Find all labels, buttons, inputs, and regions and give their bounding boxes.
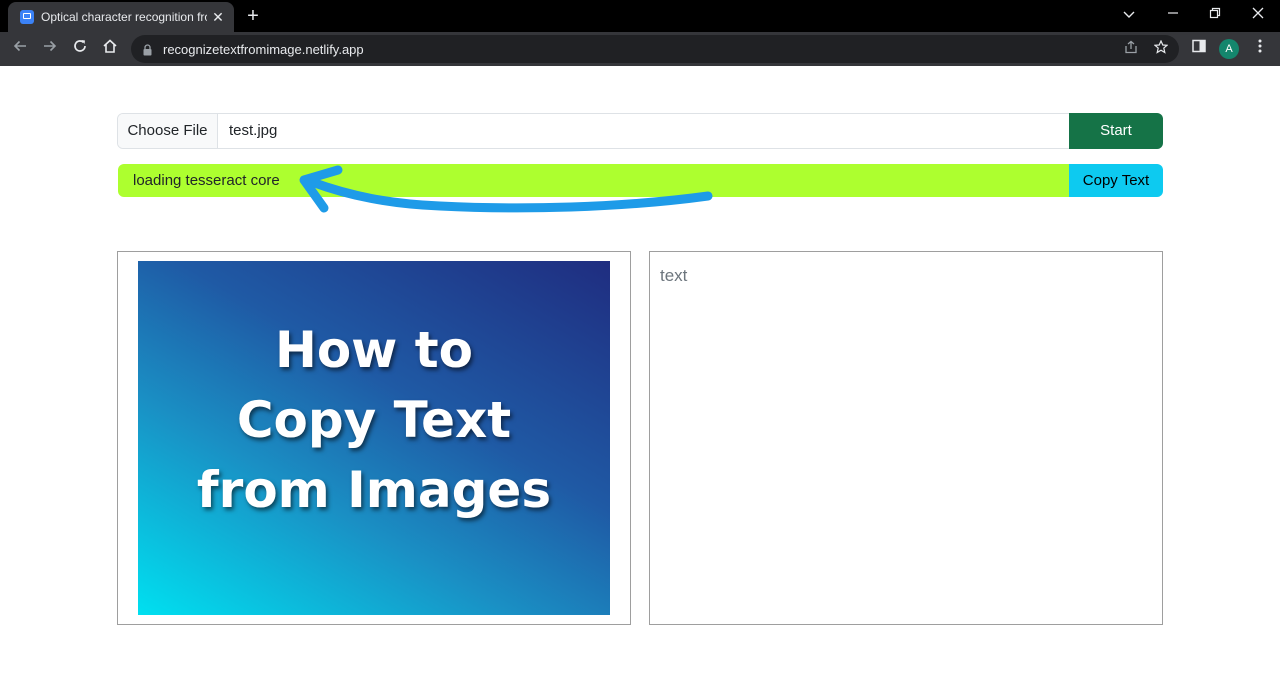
forward-arrow-icon[interactable] [39, 38, 61, 60]
profile-avatar[interactable]: A [1219, 39, 1239, 59]
url-text: recognizetextfromimage.netlify.app [163, 42, 364, 57]
tab-close-icon[interactable]: ✕ [210, 8, 226, 26]
address-bar[interactable]: recognizetextfromimage.netlify.app [131, 35, 1179, 63]
minimize-icon[interactable] [1160, 4, 1186, 26]
file-input[interactable]: Choose File test.jpg [117, 113, 1163, 149]
back-arrow-icon[interactable] [9, 38, 31, 60]
uploaded-image-preview: How to Copy Text from Images [138, 261, 610, 615]
image-preview-panel: How to Copy Text from Images [117, 251, 631, 625]
window-close-icon[interactable] [1245, 4, 1271, 26]
copy-text-button[interactable]: Copy Text [1069, 164, 1163, 197]
reload-icon[interactable] [69, 38, 91, 60]
tab-search-chevron-icon[interactable] [1116, 4, 1142, 26]
lock-icon[interactable] [143, 43, 152, 56]
share-icon[interactable] [1122, 40, 1140, 58]
start-button[interactable]: Start [1069, 113, 1163, 149]
image-text-line: How to [274, 321, 474, 379]
new-tab-plus-icon[interactable]: + [242, 5, 264, 27]
site-favicon-icon [20, 10, 34, 24]
side-panel-icon[interactable] [1188, 38, 1210, 60]
image-text-line: from Images [196, 461, 552, 519]
image-text-line: Copy Text [236, 391, 512, 449]
tab-title: Optical character recognition from Image [41, 10, 207, 24]
home-icon[interactable] [99, 38, 121, 60]
more-menu-icon[interactable] [1249, 38, 1271, 60]
recognized-text-output[interactable] [649, 251, 1163, 625]
choose-file-button[interactable]: Choose File [118, 114, 218, 148]
selected-file-name: test.jpg [229, 122, 278, 139]
status-message: loading tesseract core [133, 172, 280, 189]
restore-icon[interactable] [1202, 4, 1228, 26]
bookmark-star-icon[interactable] [1152, 39, 1170, 58]
browser-toolbar: recognizetextfromimage.netlify.app A [0, 32, 1280, 66]
browser-tab[interactable]: Optical character recognition from Image… [8, 2, 234, 32]
browser-titlebar: Optical character recognition from Image… [0, 0, 1280, 32]
annotation-arrow-icon [299, 165, 713, 213]
